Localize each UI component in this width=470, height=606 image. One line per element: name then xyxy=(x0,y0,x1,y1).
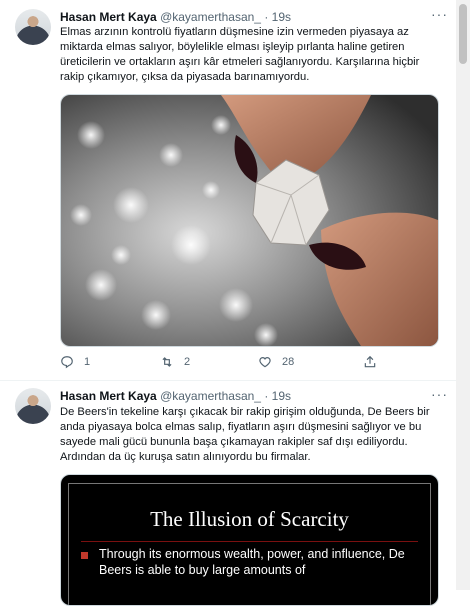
like-count: 28 xyxy=(282,356,295,368)
slide-rule xyxy=(81,541,418,542)
tweet-header: Hasan Mert Kaya @kayamerthasan_ · 19s xyxy=(60,389,291,403)
more-icon[interactable]: ··· xyxy=(431,386,448,402)
retweet-icon xyxy=(162,357,172,367)
tweet-image[interactable]: The Illusion of Scarcity Through its eno… xyxy=(60,474,439,606)
tweet-text: Elmas arzının kontrolü fiyatların düşmes… xyxy=(60,26,420,83)
author-handle[interactable]: @kayamerthasan_ xyxy=(160,389,261,403)
timestamp[interactable]: 19s xyxy=(272,10,291,24)
separator-dot: · xyxy=(264,389,269,403)
author-name[interactable]: Hasan Mert Kaya xyxy=(60,389,157,403)
author-name[interactable]: Hasan Mert Kaya xyxy=(60,10,157,24)
author-handle[interactable]: @kayamerthasan_ xyxy=(160,10,261,24)
scrollbar-thumb[interactable] xyxy=(459,4,467,64)
reply-count: 1 xyxy=(84,356,91,368)
tweet-actions: 1 2 28 xyxy=(60,355,390,373)
retweet-button[interactable]: 2 xyxy=(160,355,190,369)
tweet-1[interactable]: Hasan Mert Kaya @kayamerthasan_ · 19s ··… xyxy=(0,0,456,378)
avatar[interactable] xyxy=(15,9,51,45)
reply-button[interactable]: 1 xyxy=(60,355,90,369)
share-icon xyxy=(364,355,376,368)
avatar[interactable] xyxy=(15,388,51,424)
tweet-header: Hasan Mert Kaya @kayamerthasan_ · 19s xyxy=(60,10,291,24)
retweet-count: 2 xyxy=(184,356,191,368)
tweet-image[interactable] xyxy=(60,94,439,347)
separator-dot: · xyxy=(264,10,269,24)
timestamp[interactable]: 19s xyxy=(272,389,291,403)
more-icon[interactable]: ··· xyxy=(431,6,448,22)
like-button[interactable]: 28 xyxy=(258,355,294,369)
diamond-photo xyxy=(61,95,438,346)
tweet-2[interactable]: Hasan Mert Kaya @kayamerthasan_ · 19s ··… xyxy=(0,381,456,606)
bullet-icon xyxy=(81,552,88,559)
like-icon xyxy=(259,357,271,368)
slide-frame xyxy=(68,483,431,605)
tweet-text: De Beers'in tekeline karşı çıkacak bir r… xyxy=(60,406,430,463)
slide-bullet-text: Through its enormous wealth, power, and … xyxy=(99,547,405,577)
scrollbar[interactable] xyxy=(456,0,470,590)
reply-icon xyxy=(61,356,73,369)
share-button[interactable] xyxy=(363,355,377,369)
slide-title: The Illusion of Scarcity xyxy=(150,507,349,531)
